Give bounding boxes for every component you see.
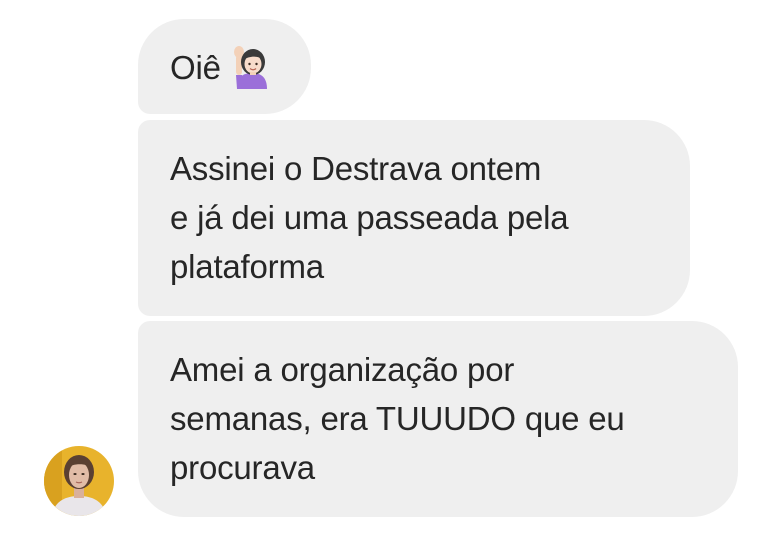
message-text: Oiê (170, 49, 221, 86)
message-thread: Oiê Assinei o Destrava ontem e já dei um… (0, 0, 768, 533)
message-text-line: plataforma (170, 248, 324, 285)
person-raising-hand-emoji (233, 45, 271, 89)
message-text-line: semanas, era TUUUDO que eu (170, 400, 625, 437)
message-text-line: Assinei o Destrava ontem (170, 150, 542, 187)
woman-profile-photo-icon (44, 446, 114, 516)
message-bubble[interactable]: Amei a organização por semanas, era TUUU… (138, 321, 738, 517)
message-text-line: Amei a organização por (170, 351, 515, 388)
message-text-line: e já dei uma passeada pela (170, 199, 569, 236)
avatar[interactable] (44, 446, 114, 516)
message-bubble[interactable]: Oiê (138, 19, 311, 114)
message-bubble[interactable]: Assinei o Destrava ontem e já dei uma pa… (138, 120, 690, 316)
message-text-line: procurava (170, 449, 315, 486)
